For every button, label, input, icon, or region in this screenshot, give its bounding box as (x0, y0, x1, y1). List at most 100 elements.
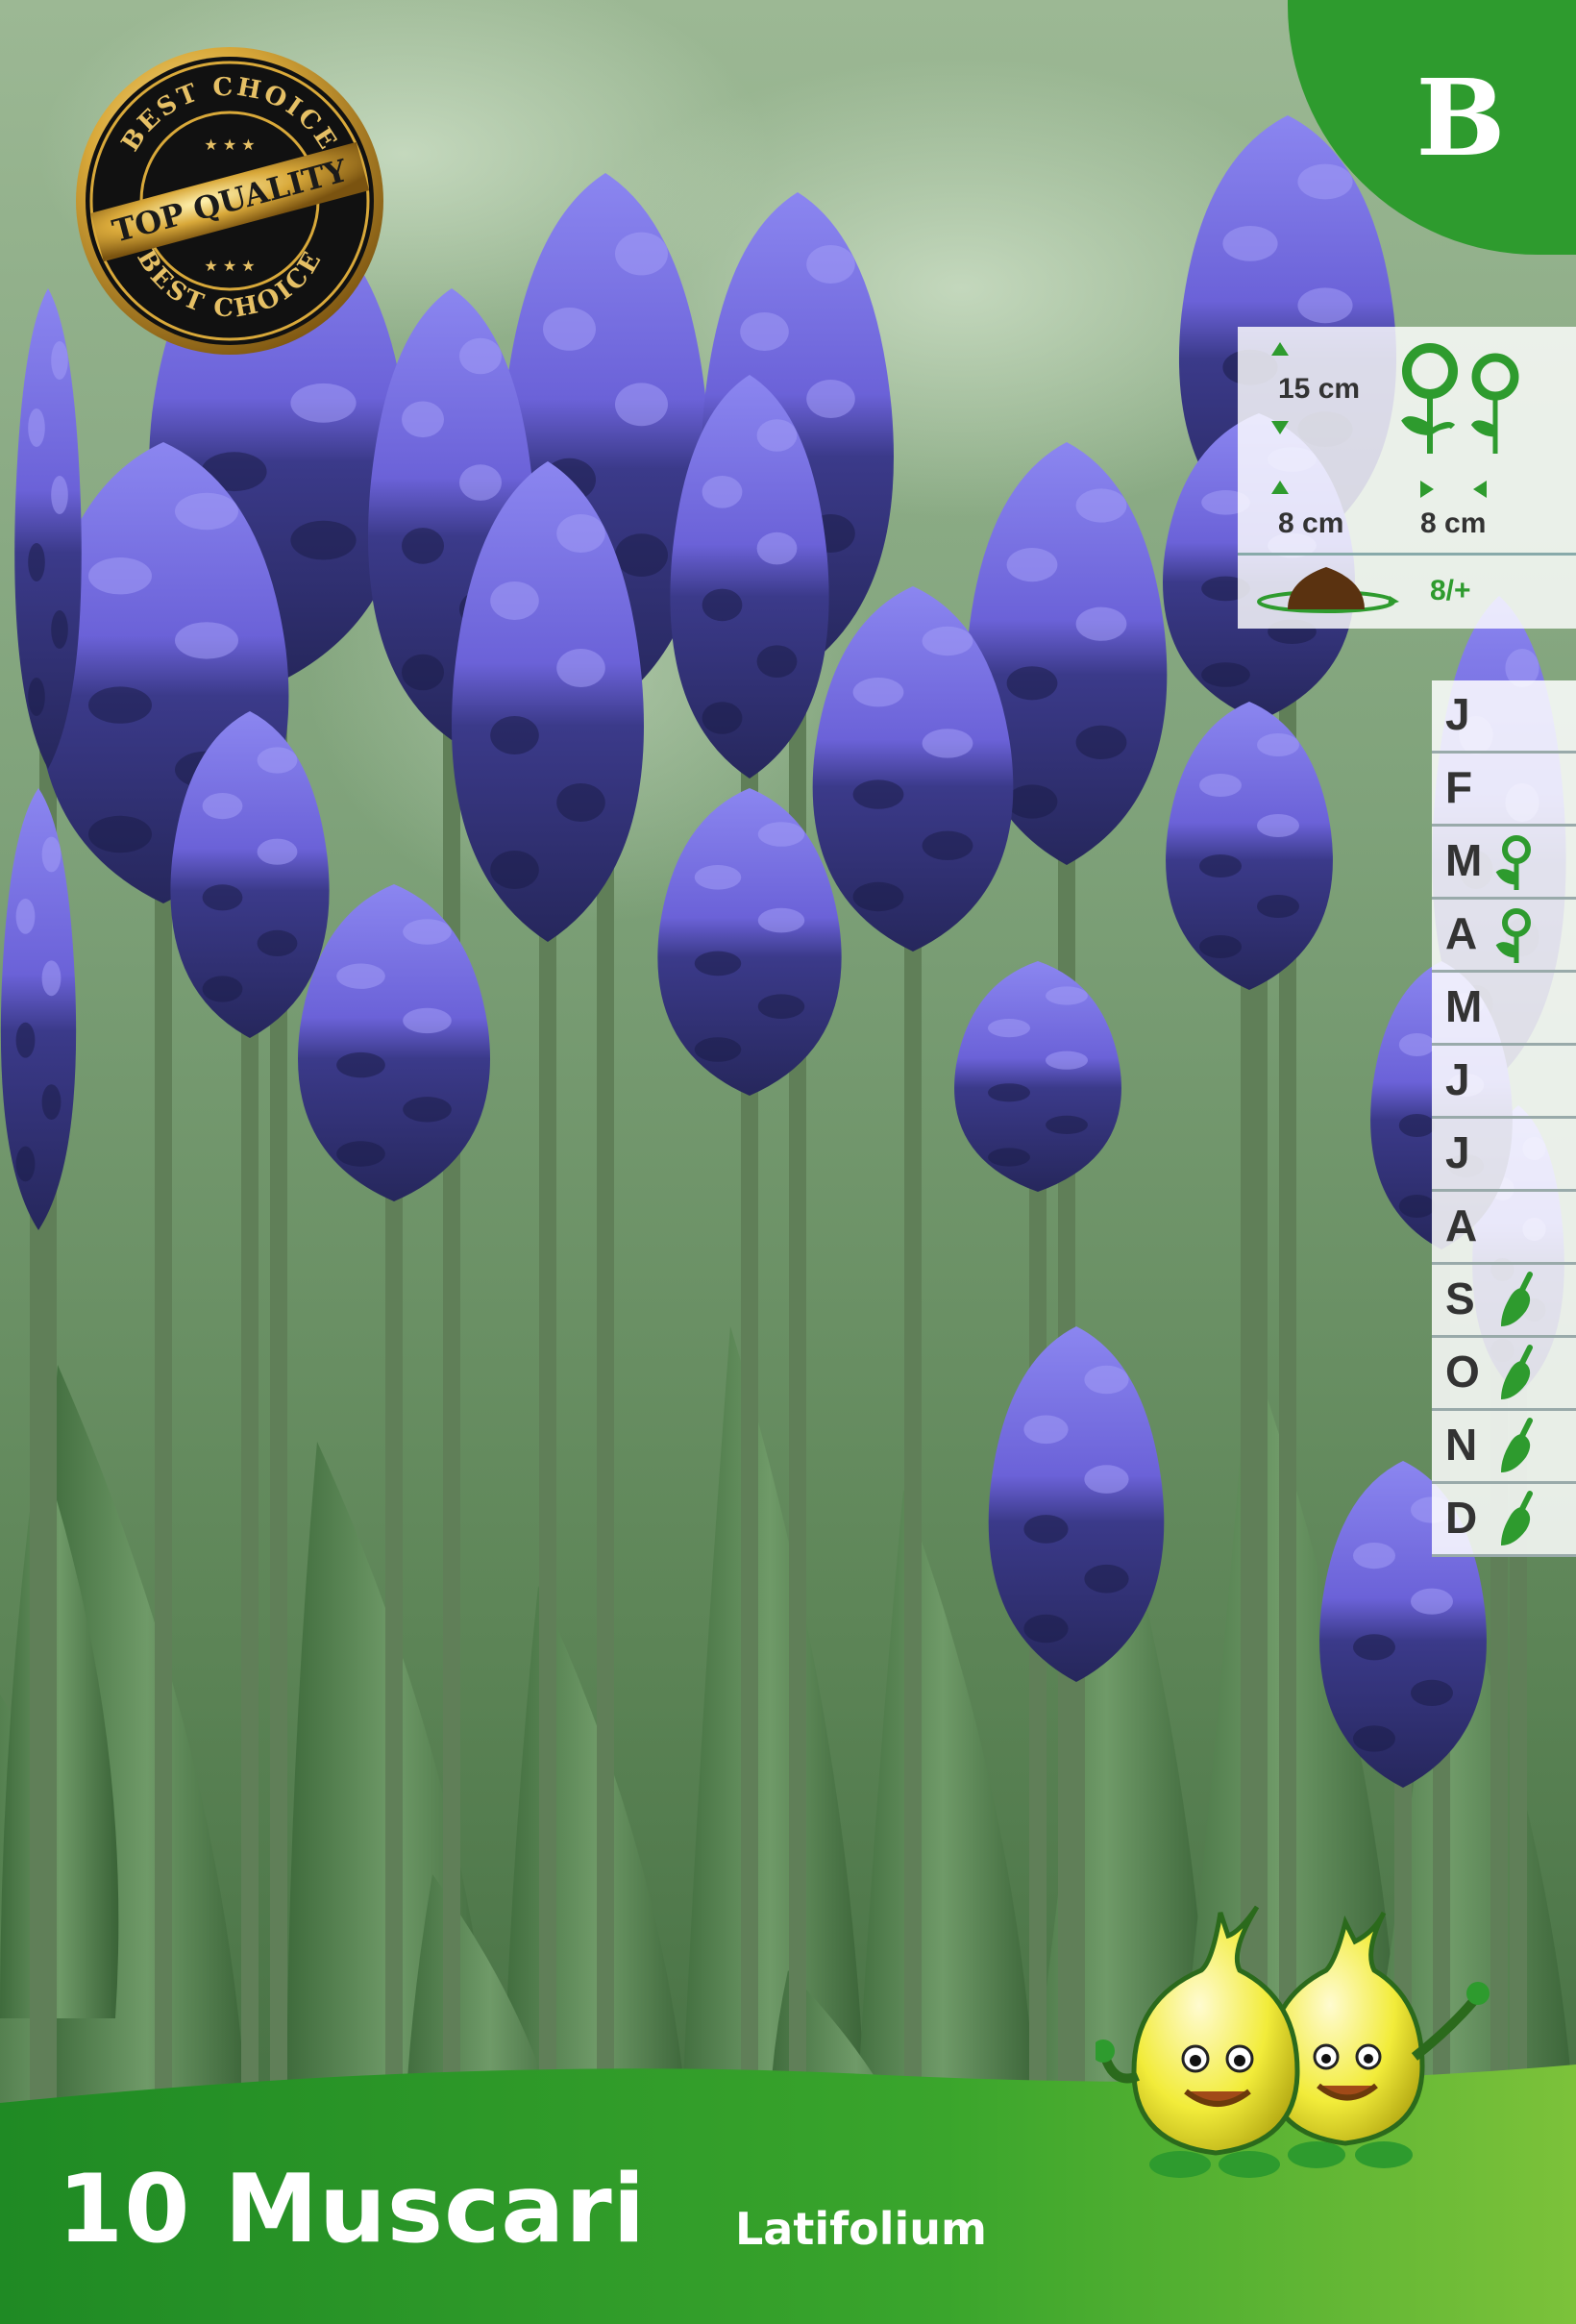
floret (1411, 1679, 1453, 1706)
bulb-mascots (1096, 1905, 1490, 2178)
calendar-month-letter: S (1445, 1273, 1475, 1323)
hardiness-label: 8/+ (1430, 575, 1471, 606)
floret (922, 626, 973, 656)
floret (757, 994, 805, 1019)
floret (1006, 666, 1058, 701)
floret (1084, 1564, 1129, 1594)
bulb-hardiness-icon (1257, 567, 1399, 613)
mascot-left (1096, 1905, 1300, 2178)
floret (694, 865, 742, 890)
floret (459, 464, 502, 501)
floret (922, 830, 973, 860)
floret (740, 312, 789, 351)
floret (490, 851, 539, 889)
floret (88, 557, 152, 595)
height-arrow-down-icon (1271, 421, 1289, 434)
mascot-right (1266, 1911, 1490, 2168)
floret (403, 919, 452, 945)
floret (988, 1148, 1030, 1167)
height-label: 15 cm (1278, 373, 1361, 405)
floret (806, 245, 855, 284)
floret (41, 836, 62, 873)
floret (1084, 1465, 1129, 1494)
floret (1398, 1033, 1436, 1056)
floret (41, 960, 62, 997)
calendar-month-row: D (1432, 1484, 1576, 1557)
floret (852, 779, 904, 809)
floret (922, 729, 973, 758)
floret (28, 678, 45, 716)
trowel-icon (1501, 1491, 1533, 1545)
floret (490, 716, 539, 754)
floret (1084, 1365, 1129, 1395)
floret (702, 702, 743, 734)
floret (1398, 1114, 1436, 1137)
floret (1411, 1588, 1453, 1615)
floret (1353, 1543, 1395, 1570)
floret (257, 838, 298, 865)
floret (1023, 1415, 1069, 1445)
calendar-month-letter: J (1445, 689, 1470, 739)
floret (1075, 725, 1127, 760)
calendar-month-row: J (1432, 1119, 1576, 1192)
floret (41, 1084, 62, 1120)
floret (1297, 287, 1353, 324)
floret (1257, 895, 1299, 918)
floret (806, 380, 855, 418)
floret (543, 308, 596, 351)
floret (336, 1141, 385, 1167)
floret (1023, 1614, 1069, 1644)
floret (402, 654, 444, 691)
floret (1199, 935, 1242, 958)
spacing-arrow-left-icon (1473, 481, 1487, 498)
floret (1257, 733, 1299, 756)
floret (756, 645, 798, 678)
floret (402, 528, 444, 564)
floret (615, 533, 668, 577)
floret (756, 532, 798, 565)
calendar-month-letter: M (1445, 835, 1483, 885)
floret (694, 1037, 742, 1062)
floret (1006, 784, 1058, 819)
floret (1006, 548, 1058, 582)
depth-label: 8 cm (1278, 507, 1344, 539)
floret (257, 929, 298, 957)
calendar-month-letter: J (1445, 1127, 1470, 1177)
calendar-month-row: N (1432, 1411, 1576, 1484)
floret (1353, 1634, 1395, 1661)
calendar-month-letter: O (1445, 1347, 1480, 1397)
floret (1199, 774, 1242, 797)
calendar-month-letter: N (1445, 1420, 1478, 1470)
product-label: B BEST CHOICE BEST CHOICE TOP QUALITY ★ … (0, 0, 1576, 2324)
floret (702, 476, 743, 508)
floret (694, 951, 742, 977)
calendar-month-row: O (1432, 1338, 1576, 1411)
floret (1398, 1195, 1436, 1218)
calendar-month-row: J (1432, 680, 1576, 754)
floret (1023, 1515, 1069, 1544)
svg-text:★ ★ ★: ★ ★ ★ (204, 136, 255, 154)
spacing-label: 8 cm (1420, 507, 1487, 539)
floret (15, 899, 36, 934)
panel-divider (1238, 553, 1576, 556)
floret (51, 610, 68, 649)
floret (556, 514, 605, 553)
trowel-icon (1501, 1272, 1533, 1326)
floret (202, 976, 243, 1002)
floret (459, 337, 502, 375)
calendar-month-letter: A (1445, 908, 1478, 958)
floret (556, 783, 605, 822)
calendar-month-row: S (1432, 1265, 1576, 1338)
floret (988, 1019, 1030, 1038)
floret (988, 1083, 1030, 1102)
trowel-icon (1501, 1418, 1533, 1472)
spacing-arrow-right-icon (1420, 481, 1434, 498)
calendar-month-letter: D (1445, 1493, 1478, 1543)
floret (336, 1051, 385, 1078)
floret (702, 588, 743, 622)
calendar-month-letter: M (1445, 981, 1483, 1031)
floret (1257, 814, 1299, 837)
top-quality-seal: BEST CHOICE BEST CHOICE TOP QUALITY ★ ★ … (76, 47, 383, 355)
floret (615, 383, 668, 427)
calendar-month-row: A (1432, 1192, 1576, 1265)
